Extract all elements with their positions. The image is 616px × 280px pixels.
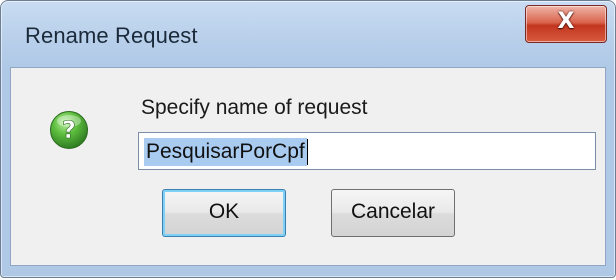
svg-text:?: ?	[62, 116, 76, 144]
ok-button[interactable]: OK	[162, 189, 286, 237]
request-name-input[interactable]: PesquisarPorCpf	[138, 132, 596, 170]
dialog-title: Rename Request	[25, 23, 198, 48]
text-caret	[307, 139, 308, 165]
dialog-body: ? Specify name of request PesquisarPorCp…	[10, 67, 606, 266]
close-button[interactable]: X	[525, 5, 607, 43]
prompt-label: Specify name of request	[141, 96, 368, 119]
ok-button-label: OK	[208, 200, 240, 223]
rename-request-dialog: Rename Request X ? Specify name of reque…	[0, 0, 616, 278]
question-icon: ?	[50, 111, 88, 149]
cancel-button-label: Cancelar	[350, 200, 436, 223]
close-icon: X	[557, 9, 575, 34]
cancel-button[interactable]: Cancelar	[331, 189, 455, 237]
request-name-value: PesquisarPorCpf	[144, 138, 307, 166]
